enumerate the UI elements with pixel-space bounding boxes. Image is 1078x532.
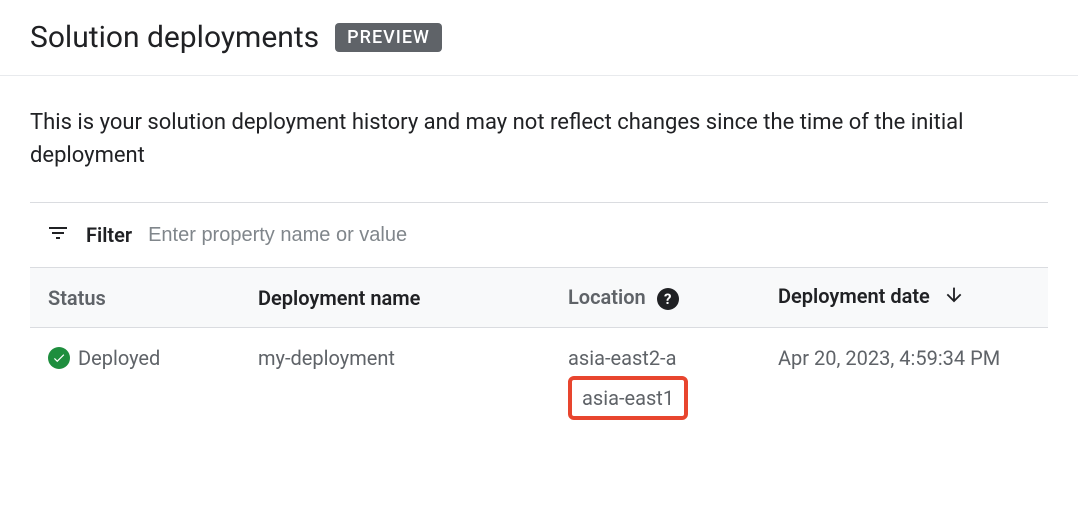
check-circle-icon [48,347,70,369]
location-highlight: asia-east1 [568,376,688,420]
page-title: Solution deployments [30,20,319,55]
col-header-date-label: Deployment date [778,284,930,308]
cell-status: Deployed [30,328,240,439]
table-row[interactable]: Deployed my-deployment asia-east2-a asia… [30,328,1048,439]
location-primary: asia-east2-a [568,346,742,370]
filter-label: Filter [86,223,132,247]
filter-input[interactable] [148,224,1032,247]
col-header-location-label: Location [568,285,646,309]
status-text: Deployed [78,346,160,370]
filter-icon[interactable] [46,221,70,249]
deployments-table: Status Deployment name Location ? Deploy… [30,267,1048,438]
col-header-location[interactable]: Location ? [550,268,760,328]
cell-location: asia-east2-a asia-east1 [550,328,760,439]
help-icon[interactable]: ? [657,288,679,310]
col-header-status[interactable]: Status [30,268,240,328]
page-description: This is your solution deployment history… [0,76,1078,202]
preview-badge: PREVIEW [335,23,442,52]
col-header-name[interactable]: Deployment name [240,268,550,328]
filter-bar: Filter [30,203,1048,267]
col-header-date[interactable]: Deployment date [760,268,1048,328]
cell-date: Apr 20, 2023, 4:59:34 PM [760,328,1048,439]
cell-name: my-deployment [240,328,550,439]
table-header-row: Status Deployment name Location ? Deploy… [30,268,1048,328]
location-secondary: asia-east1 [582,386,674,410]
sort-descending-icon [943,284,965,311]
